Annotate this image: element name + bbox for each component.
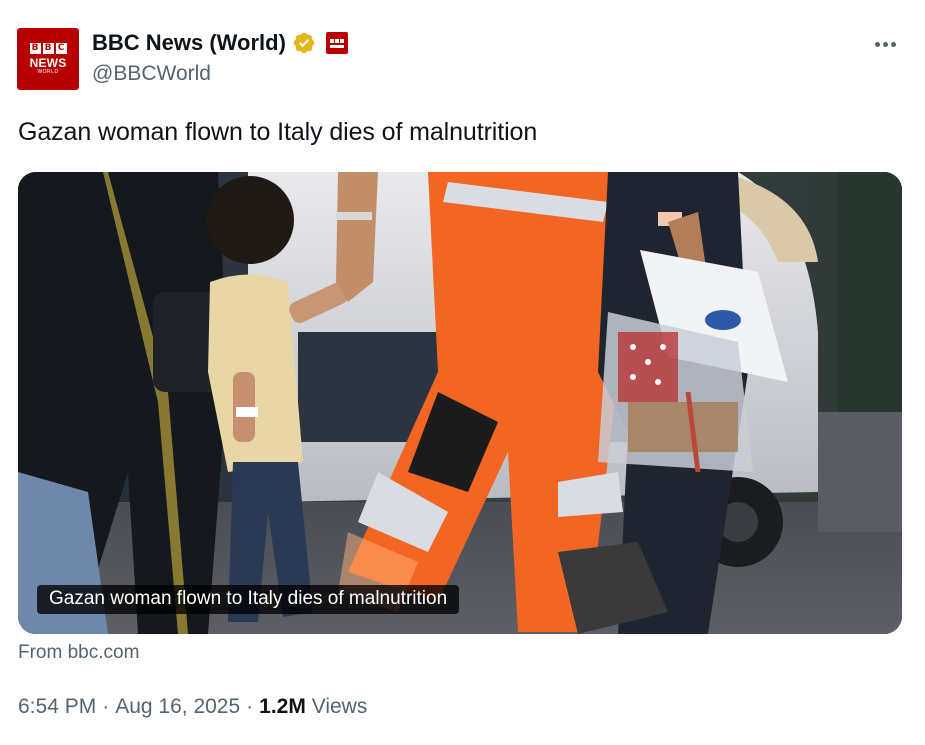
bbc-logo-block: C (55, 42, 67, 54)
tweet-text: Gazan woman flown to Italy dies of malnu… (18, 118, 538, 146)
bbc-logo-block: B (29, 42, 41, 54)
tweet-date[interactable]: Aug 16, 2025 (115, 695, 240, 719)
card-source[interactable]: From bbc.com (18, 642, 139, 664)
views-label: Views (311, 695, 368, 718)
meta-separator: · (102, 695, 110, 718)
verified-badge-icon[interactable] (292, 31, 316, 55)
bbc-logo-blocks: B B C (29, 42, 67, 54)
views-count: 1.2M (259, 695, 306, 718)
meta-separator: · (246, 695, 254, 718)
affiliate-badge-icon[interactable] (325, 32, 348, 54)
card-photo (18, 172, 902, 634)
card-title-overlay: Gazan woman flown to Italy dies of malnu… (37, 585, 460, 614)
author-display-name[interactable]: BBC News (World) (92, 30, 286, 56)
link-card[interactable]: Gazan woman flown to Italy dies of malnu… (18, 172, 902, 634)
avatar-news-text: NEWS (29, 55, 67, 70)
bbc-logo-block: B (42, 42, 54, 54)
more-options-icon[interactable] (871, 30, 899, 58)
author-handle[interactable]: @BBCWorld (92, 62, 211, 86)
tweet: B B C NEWS WORLD BBC News (World) @BBCWo… (0, 0, 925, 745)
avatar-world-text: WORLD (37, 68, 59, 75)
author-name-row: BBC News (World) (92, 30, 348, 56)
tweet-time[interactable]: 6:54 PM (18, 695, 96, 719)
tweet-meta: 6:54 PM · Aug 16, 2025 · 1.2M Views (18, 695, 367, 719)
author-avatar[interactable]: B B C NEWS WORLD (17, 28, 79, 90)
